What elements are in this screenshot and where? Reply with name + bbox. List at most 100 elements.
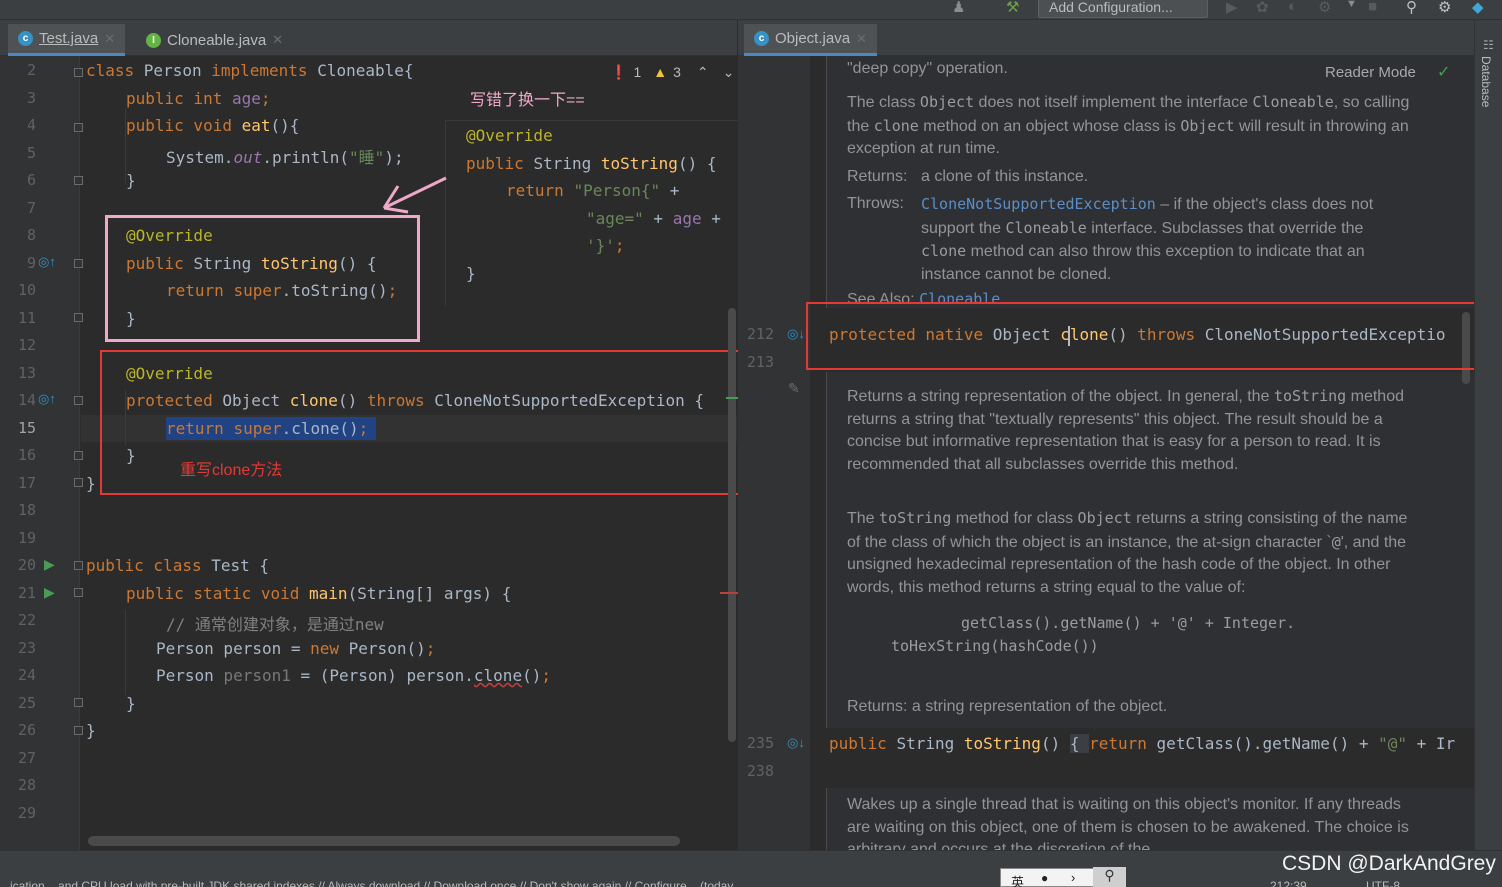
doc-link[interactable]: CloneNotSupportedException [921,195,1156,213]
line-number: 8 [26,226,36,244]
file-encoding[interactable]: UTF-8 [1366,879,1400,887]
stop-icon[interactable]: ■ [1368,0,1377,15]
run-gutter-icon[interactable]: ▶ [44,584,55,601]
database-tool-tab[interactable]: Database [1479,56,1493,107]
fold-marker-icon[interactable] [74,561,83,570]
doc-returns-text: a clone of this instance. [921,168,1089,185]
line-number: 20 [17,556,36,574]
edit-pencil-icon[interactable]: ✎ [788,380,800,397]
gear-icon[interactable]: ⚙ [1438,0,1451,16]
fold-marker-icon[interactable] [74,259,83,268]
line-number: 12 [17,336,36,354]
plugin-icon[interactable]: ◆ [1472,0,1484,16]
fold-marker-icon[interactable] [74,588,83,597]
search-icon[interactable]: ⚲ [1406,0,1417,16]
javadoc-notify: Wakes up a single thread that is waiting… [826,788,1474,850]
close-icon[interactable]: ✕ [272,32,283,48]
line-number: 26 [17,721,36,739]
line-number: 7 [26,198,36,217]
line-number: 19 [17,528,36,547]
doc-code-line: toHexString(hashCode()) [891,637,1099,655]
debug-icon[interactable]: ✿ [1256,0,1269,16]
override-gutter-icon[interactable]: ◎↑ [38,391,56,407]
fold-marker-icon[interactable] [74,68,83,77]
chevron-down-icon[interactable]: ▼ [1346,0,1357,10]
fold-marker-icon[interactable] [74,123,83,132]
build-hammer-icon[interactable]: ⚒ [1006,0,1019,16]
inspection-widget[interactable]: ❗ 1 ▲ 3 ⌃ ⌄ [610,64,734,81]
right-tool-sidebar: ☷ Database [1474,20,1502,850]
run-icon[interactable]: ▶ [1226,0,1238,16]
chevron-down-icon[interactable]: ⌄ [723,64,735,81]
class-c-icon: c [754,31,769,46]
chevron-right-icon[interactable]: › [1071,870,1075,885]
line-number: 27 [17,748,36,767]
line-number: 23 [17,638,36,657]
tab-test-java[interactable]: c Test.java ✕ [8,24,126,56]
override-gutter-icon[interactable]: ◎↑ [38,254,56,270]
class-c-icon: c [18,31,33,46]
ime-language[interactable]: 英 [1011,872,1024,887]
ime-punct-icon[interactable]: ● [1041,871,1048,885]
line-number: 238 [746,762,774,780]
warning-count: 3 [673,64,681,80]
tab-cloneable-java[interactable]: I Cloneable.java ✕ [136,24,293,56]
fold-marker-icon[interactable] [74,451,83,460]
javadoc-tostring: Returns a string representation of the o… [826,372,1474,728]
line-number: 5 [26,143,36,162]
close-icon[interactable]: ✕ [856,31,867,47]
fold-marker-icon[interactable] [74,698,83,707]
search-icon[interactable]: ⚲ [1093,867,1126,887]
line-number: 6 [26,171,36,189]
line-number: 2 [26,61,36,79]
code-line-25: } [126,694,136,713]
line-number: 21 [17,583,36,602]
line-number: 15 [17,418,36,437]
watermark: CSDN @DarkAndGrey [1282,852,1496,875]
fold-marker-icon[interactable] [74,313,83,322]
fold-marker-icon[interactable] [74,478,83,487]
close-icon[interactable]: ✕ [104,31,115,47]
annotation-pink-box [105,215,420,342]
code-line-22: // 通常创建对象，是通过new [166,615,384,634]
implementation-gutter-icon[interactable]: ◎↓ [787,326,805,342]
popup-line-1: @Override [466,126,553,145]
run-gutter-icon[interactable]: ▶ [44,556,55,573]
horizontal-scrollbar[interactable] [88,836,680,846]
doc-paragraph: The toString method for class Object ret… [847,509,1408,596]
user-icon[interactable]: ♟ [952,0,965,16]
reader-mode-toggle[interactable]: Reader Mode [1325,64,1416,81]
doc-paragraph: Returns a string representation of the o… [847,387,1404,473]
line-number: 18 [17,501,36,519]
line-number: 212 [746,325,774,343]
profile-icon[interactable]: ⚙ [1318,0,1331,16]
line-number: 4 [26,116,36,134]
implementation-gutter-icon[interactable]: ◎↓ [787,735,805,751]
fold-marker-icon[interactable] [74,726,83,735]
line-number: 25 [17,693,36,712]
tab-object-java[interactable]: c Object.java ✕ [744,24,877,56]
line-number: 10 [17,281,36,299]
fold-marker-icon[interactable] [74,396,83,405]
code-line-5: System.out.println("睡"); [166,148,404,167]
tab-label: Object.java [775,30,851,47]
code-line-17: } [86,474,96,493]
vertical-scrollbar[interactable] [728,308,736,742]
doc-throws-text: CloneNotSupportedException – if the obje… [921,195,1374,283]
interface-i-icon: I [146,32,161,48]
status-bar: ...ication... and CPU load with pre-buil… [0,850,1502,887]
caret-position[interactable]: 212:39 [1270,879,1307,887]
database-icon[interactable]: ☷ [1483,38,1494,52]
ime-toolbar[interactable]: 英 ● › ⚲ [1000,867,1126,887]
chevron-up-icon[interactable]: ⌃ [697,64,709,81]
error-count: 1 [633,64,642,80]
add-configuration-button[interactable]: Add Configuration... [1038,0,1208,18]
popup-line-6: } [466,264,476,283]
fold-marker-icon[interactable] [74,176,83,185]
status-message[interactable]: ...ication... and CPU load with pre-buil… [0,879,1000,887]
line-number: 14 [17,391,36,409]
coverage-icon[interactable]: ◐ [1288,0,1297,15]
doc-paragraph: Wakes up a single thread that is waiting… [847,796,1409,850]
popup-line-5: '}'; [586,236,625,255]
code-line-6: } [126,171,136,190]
